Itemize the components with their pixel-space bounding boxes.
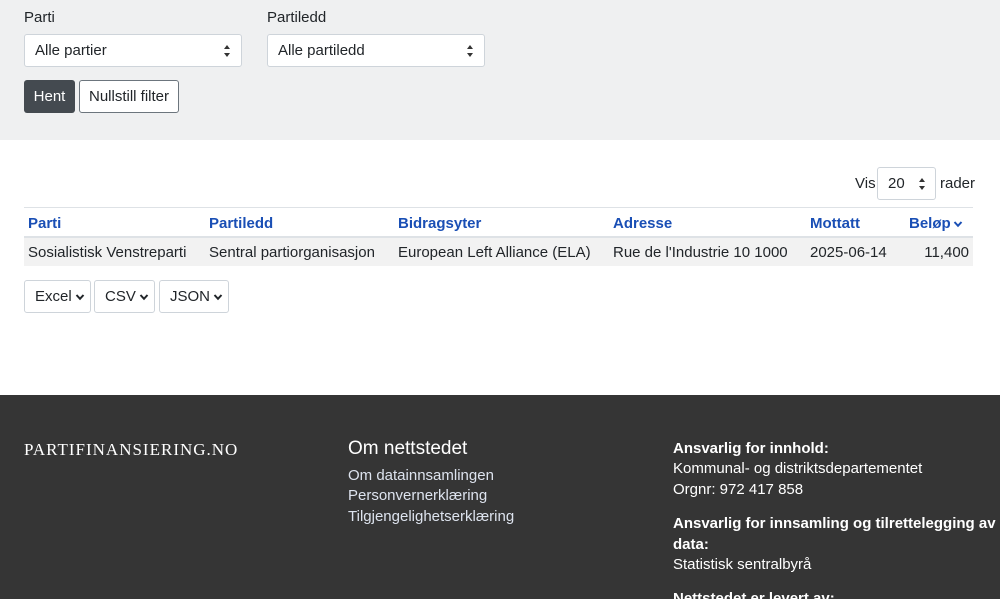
footer: PARTIFINANSIERING.NO Om nettstedet Om da… (0, 395, 1000, 607)
cell-partiledd: Sentral partiorganisasjon (209, 244, 375, 261)
data-responsible-org: Statistisk sentralbyrå (673, 556, 812, 573)
content-responsible-heading: Ansvarlig for innhold: (673, 440, 829, 457)
select-arrows-icon (467, 45, 473, 57)
sort-descending-icon (953, 221, 962, 228)
rows-label: rader (940, 175, 976, 192)
parti-select-value: Alle partier (35, 42, 107, 59)
partiledd-select-value: Alle partiledd (278, 42, 365, 59)
cell-parti: Sosialistisk Venstreparti (28, 244, 187, 261)
column-header-parti[interactable]: Parti (28, 215, 61, 232)
content-responsible-org: Kommunal- og distriktsdepartementet (673, 460, 923, 477)
about-heading: Om nettstedet (348, 438, 468, 459)
fetch-button[interactable]: Hent (24, 80, 75, 113)
parti-label: Parti (24, 9, 55, 26)
cell-bidragsyter: European Left Alliance (ELA) (398, 244, 591, 261)
site-logo[interactable]: PARTIFINANSIERING.NO (24, 440, 238, 460)
show-label: Vis (855, 175, 876, 192)
column-header-belop-label: Beløp (909, 215, 951, 232)
export-excel-button[interactable]: Excel (24, 280, 91, 313)
chevron-down-icon (75, 294, 84, 301)
footer-link-data-collection[interactable]: Om datainnsamlingen (348, 467, 494, 484)
cell-mottatt: 2025-06-14 (810, 244, 887, 261)
select-arrows-icon (224, 45, 230, 57)
cell-adresse: Rue de l'Industrie 10 1000 (613, 244, 788, 261)
column-header-adresse[interactable]: Adresse (613, 215, 672, 232)
data-responsible-heading-cont: data: (673, 536, 709, 553)
rows-per-page-select[interactable]: 20 (877, 167, 936, 200)
footer-link-accessibility[interactable]: Tilgjengelighetserklæring (348, 508, 514, 525)
select-arrows-icon (919, 178, 925, 190)
column-header-belop[interactable]: Beløp (909, 215, 963, 232)
export-json-label: JSON (170, 288, 211, 305)
partiledd-label: Partiledd (267, 9, 327, 26)
column-header-partiledd[interactable]: Partiledd (209, 215, 273, 232)
content-responsible-orgnr: Orgnr: 972 417 858 (673, 481, 804, 498)
footer-link-privacy[interactable]: Personvernerklæring (348, 487, 487, 504)
cell-belop: 11,400 (924, 244, 969, 261)
table-header: Parti Partiledd Bidragsyter Adresse Mott… (24, 207, 973, 238)
rows-per-page-value: 20 (888, 175, 905, 192)
chevron-down-icon (213, 294, 223, 301)
partiledd-select[interactable]: Alle partiledd (267, 34, 485, 67)
export-csv-label: CSV (105, 288, 136, 305)
reset-filter-button[interactable]: Nullstill filter (79, 80, 179, 113)
parti-select[interactable]: Alle partier (24, 34, 242, 67)
table-row: Sosialistisk Venstreparti Sentral partio… (24, 238, 973, 266)
export-json-button[interactable]: JSON (159, 280, 229, 313)
filter-panel: Parti Alle partier Partiledd Alle partil… (0, 0, 1000, 140)
column-header-mottatt[interactable]: Mottatt (810, 215, 860, 232)
chevron-down-icon (139, 294, 149, 301)
column-header-bidragsyter[interactable]: Bidragsyter (398, 215, 481, 232)
export-excel-label: Excel (35, 288, 72, 305)
export-csv-button[interactable]: CSV (94, 280, 155, 313)
data-responsible-heading: Ansvarlig for innsamling og tilrettelegg… (673, 515, 996, 532)
